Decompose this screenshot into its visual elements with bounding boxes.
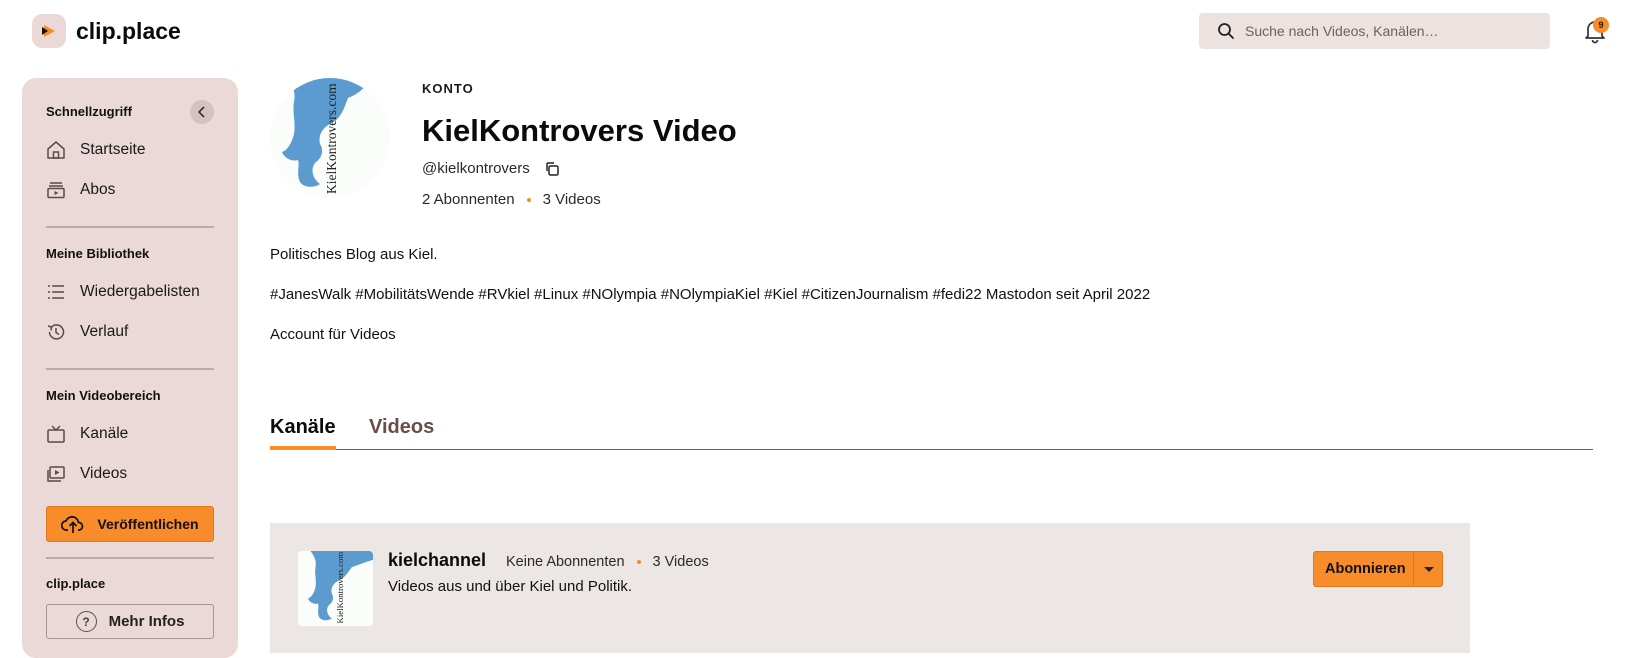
avatar-logo-text: KielKontrovers.com	[324, 83, 339, 194]
account-description-line: #JanesWalk #MobilitätsWende #RVkiel #Lin…	[270, 286, 1151, 303]
sidebar-item-label: Verlauf	[80, 323, 129, 340]
sidebar-item-label: Videos	[80, 465, 128, 482]
sidebar-item-label: Kanäle	[80, 425, 129, 442]
account-description-line: Politisches Blog aus Kiel.	[270, 246, 438, 263]
library-heading: Meine Bibliothek	[46, 246, 150, 261]
subscribe-button-label: Abonnieren	[1325, 561, 1406, 577]
account-handle: @kielkontrovers	[422, 160, 560, 177]
instance-heading: clip.place	[46, 576, 106, 591]
subscribe-button[interactable]: Abonnieren	[1313, 551, 1443, 587]
search-bar[interactable]	[1199, 13, 1550, 49]
sidebar-item-label: Wiedergabelisten	[80, 283, 200, 300]
search-input[interactable]	[1245, 23, 1545, 39]
channel-subscriber-count: Keine Abonnenten	[506, 554, 625, 570]
app-logo[interactable]: clip.place	[32, 14, 181, 48]
sidebar: Schnellzugriff Startseite Abos Meine Bib…	[22, 78, 238, 658]
sidebar-item-label: Startseite	[80, 141, 146, 158]
active-tab-indicator	[270, 446, 336, 450]
copy-icon[interactable]	[544, 161, 560, 177]
channel-stats: Keine Abonnenten 3 Videos	[506, 554, 709, 570]
subscriptions-icon	[47, 182, 65, 199]
account-kicker: KONTO	[422, 81, 474, 96]
channel-avatar-logo-text: KielKontrovers.com	[335, 552, 345, 624]
account-stats: 2 Abonnenten 3 Videos	[422, 191, 601, 208]
channel-video-count: 3 Videos	[652, 554, 709, 570]
home-icon	[47, 141, 65, 159]
channel-avatar[interactable]: KielKontrovers.com	[298, 551, 373, 626]
account-subscriber-count: 2 Abonnenten	[422, 191, 515, 208]
account-description-line: Account für Videos	[270, 326, 396, 343]
sidebar-item-kanaele[interactable]: Kanäle	[46, 418, 216, 450]
account-handle-text: @kielkontrovers	[422, 160, 530, 177]
video-library-icon	[47, 466, 65, 482]
sidebar-divider	[46, 226, 214, 228]
account-display-name: KielKontrovers Video	[422, 113, 737, 148]
top-bar: clip.place 9	[0, 0, 1633, 62]
subscribe-button-separator	[1413, 552, 1414, 586]
sidebar-item-startseite[interactable]: Startseite	[46, 134, 216, 166]
quick-access-heading: Schnellzugriff	[46, 104, 132, 119]
publish-button-label: Veröffentlichen	[97, 516, 199, 532]
publish-button[interactable]: Veröffentlichen	[46, 506, 214, 542]
logo-icon	[32, 14, 66, 48]
chevron-left-icon	[197, 106, 205, 118]
separator-dot	[636, 560, 641, 564]
account-tabs: Kanäle Videos	[270, 414, 1593, 450]
upload-cloud-icon	[61, 516, 84, 533]
account-video-count: 3 Videos	[542, 191, 601, 208]
sidebar-divider	[46, 368, 214, 370]
tab-videos[interactable]: Videos	[369, 416, 434, 439]
sidebar-item-label: Abos	[80, 181, 116, 198]
account-avatar: KielKontrovers.com	[270, 78, 390, 198]
sidebar-item-verlauf[interactable]: Verlauf	[46, 316, 216, 348]
tv-icon	[47, 425, 65, 443]
channel-name[interactable]: kielchannel	[388, 550, 486, 571]
kielkontrovers-logo: KielKontrovers.com	[298, 551, 373, 626]
separator-dot	[526, 197, 531, 202]
sidebar-divider	[46, 557, 214, 559]
video-area-heading: Mein Videobereich	[46, 388, 161, 403]
app-name: clip.place	[76, 17, 181, 44]
search-icon	[1218, 23, 1234, 39]
notification-count-badge: 9	[1593, 17, 1609, 33]
tab-kanaele[interactable]: Kanäle	[270, 416, 336, 439]
sidebar-item-videos[interactable]: Videos	[46, 458, 216, 490]
help-icon: ?	[75, 611, 97, 632]
channel-card: KielKontrovers.com kielchannel Keine Abo…	[270, 523, 1470, 653]
sidebar-item-abos[interactable]: Abos	[46, 174, 216, 206]
kielkontrovers-logo: KielKontrovers.com	[270, 78, 390, 198]
playlist-icon	[48, 285, 64, 299]
more-info-label: Mehr Infos	[108, 613, 185, 630]
sidebar-item-wiedergabelisten[interactable]: Wiedergabelisten	[46, 276, 216, 308]
more-info-button[interactable]: ? Mehr Infos	[46, 604, 214, 639]
caret-down-icon[interactable]	[1424, 567, 1434, 572]
collapse-sidebar-button[interactable]	[190, 100, 214, 124]
history-icon	[47, 324, 65, 340]
channel-description: Videos aus und über Kiel und Politik.	[388, 578, 633, 595]
